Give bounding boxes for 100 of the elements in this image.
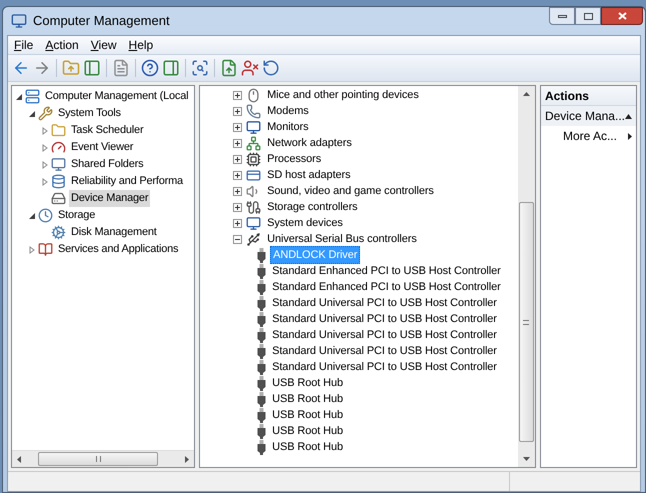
device-category[interactable]: Modems <box>265 102 311 120</box>
expand-arrow-icon[interactable] <box>41 178 49 186</box>
device-icon <box>51 157 66 172</box>
tree-item[interactable]: Shared Folders <box>69 156 146 173</box>
collapse-arrow-icon[interactable] <box>28 212 36 220</box>
expand-box-icon[interactable] <box>233 202 242 212</box>
collapse-arrow-icon[interactable] <box>28 110 36 118</box>
menu-item[interactable]: Action <box>39 36 85 54</box>
expand-arrow-icon[interactable] <box>28 246 36 254</box>
device-item[interactable]: Standard Enhanced PCI to USB Host Controller <box>270 262 503 280</box>
action-pane-icon[interactable] <box>162 59 180 77</box>
folder-icon <box>51 123 66 138</box>
mouse-icon <box>246 88 262 102</box>
horizontal-scrollbar[interactable] <box>12 450 194 467</box>
device-item[interactable]: Standard Universal PCI to USB Host Controller <box>270 342 499 360</box>
expand-box-icon[interactable] <box>233 122 242 132</box>
actions-section[interactable]: Device Mana... <box>540 106 636 126</box>
device-category[interactable]: Mice and other pointing devices <box>265 86 421 104</box>
tree-item[interactable]: Reliability and Performa <box>69 173 185 190</box>
expand-box-icon[interactable] <box>233 106 242 116</box>
tree-item[interactable]: Services and Applications <box>56 241 180 258</box>
close-icon <box>618 12 626 20</box>
menu-item[interactable]: View <box>84 36 123 54</box>
tree-item[interactable]: System Tools <box>56 105 123 122</box>
expand-box-icon[interactable] <box>233 170 242 180</box>
vertical-scrollbar[interactable] <box>518 86 535 467</box>
tree-item[interactable]: Task Scheduler <box>69 122 146 139</box>
log-book-icon <box>38 242 53 257</box>
device-item[interactable]: USB Root Hub <box>270 406 346 424</box>
help-icon[interactable] <box>141 59 159 77</box>
usb-plug-icon <box>257 344 266 358</box>
usb-plug-icon <box>257 264 266 278</box>
export-list-icon[interactable] <box>112 59 130 77</box>
actions-header: Actions <box>540 86 636 106</box>
storage-icon <box>51 174 66 189</box>
tree-item[interactable]: Disk Management <box>69 224 159 241</box>
device-category[interactable]: Sound, video and game controllers <box>265 182 436 200</box>
minimize-button[interactable] <box>549 7 575 25</box>
forward-icon[interactable] <box>33 59 51 77</box>
device-item[interactable]: Standard Enhanced PCI to USB Host Controller <box>270 278 503 296</box>
device-category[interactable]: Processors <box>265 150 324 168</box>
device-item[interactable]: USB Root Hub <box>270 390 346 408</box>
device-category[interactable]: Universal Serial Bus controllers <box>265 230 419 248</box>
services-icon <box>51 225 66 240</box>
card-icon <box>246 168 262 182</box>
device-category[interactable]: Monitors <box>265 118 310 136</box>
usb-plug-icon <box>257 424 266 438</box>
collapse-box-icon[interactable] <box>233 234 242 244</box>
modem-icon <box>246 104 262 118</box>
usb-plug-icon <box>257 280 266 294</box>
usb-plug-icon <box>257 312 266 326</box>
tree-item[interactable]: Storage <box>56 207 98 224</box>
uninstall-icon[interactable] <box>241 59 259 77</box>
device-item[interactable]: USB Root Hub <box>270 422 346 440</box>
collapse-arrow-icon <box>625 114 632 118</box>
collapse-arrow-icon[interactable] <box>15 92 23 100</box>
scan-icon[interactable] <box>191 59 209 77</box>
tree-item[interactable]: Computer Management (Local <box>43 88 190 105</box>
rollback-icon[interactable] <box>262 59 280 77</box>
device-item[interactable]: Standard Universal PCI to USB Host Controller <box>270 294 499 312</box>
device-category[interactable]: System devices <box>265 214 345 232</box>
scrollbar-thumb[interactable] <box>38 452 158 466</box>
more-actions-link[interactable]: More Ac... <box>540 126 636 146</box>
update-icon[interactable] <box>220 59 238 77</box>
expand-arrow-icon[interactable] <box>41 160 49 168</box>
device-item[interactable]: USB Root Hub <box>270 438 346 456</box>
expand-box-icon[interactable] <box>233 186 242 196</box>
close-button[interactable] <box>601 7 643 25</box>
usb-plug-icon <box>257 328 266 342</box>
device-category[interactable]: Network adapters <box>265 134 354 152</box>
maximize-button[interactable] <box>575 7 601 25</box>
back-icon[interactable] <box>12 59 30 77</box>
tree-item[interactable]: Event Viewer <box>69 139 136 156</box>
tree-item[interactable]: Device Manager <box>69 190 150 207</box>
connector-icon <box>246 200 262 214</box>
device-item[interactable]: Standard Universal PCI to USB Host Controller <box>270 310 499 328</box>
submenu-arrow-icon <box>628 132 632 140</box>
usb-plug-icon <box>257 296 266 310</box>
gauge-icon <box>51 140 66 155</box>
expand-arrow-icon[interactable] <box>41 126 49 134</box>
clock-icon <box>38 208 53 223</box>
device-category[interactable]: SD host adapters <box>265 166 353 184</box>
device-item[interactable]: Standard Universal PCI to USB Host Controller <box>270 358 499 376</box>
usb-plug-icon <box>257 440 266 454</box>
tree-pane-icon[interactable] <box>83 59 101 77</box>
expand-box-icon[interactable] <box>233 138 242 148</box>
menu-item[interactable]: Help <box>122 36 160 54</box>
expand-arrow-icon[interactable] <box>41 144 49 152</box>
menu-item[interactable]: File <box>8 36 40 54</box>
scrollbar-thumb[interactable] <box>518 202 534 442</box>
device-item[interactable]: Standard Universal PCI to USB Host Controller <box>270 326 499 344</box>
device-item[interactable]: USB Root Hub <box>270 374 346 392</box>
app-icon <box>11 13 27 29</box>
usb-plug-icon <box>257 360 266 374</box>
tools-icon <box>38 106 53 121</box>
expand-box-icon[interactable] <box>233 90 242 100</box>
device-category[interactable]: Storage controllers <box>265 198 360 216</box>
expand-box-icon[interactable] <box>233 218 242 228</box>
processor-icon <box>246 152 262 166</box>
expand-box-icon[interactable] <box>233 154 242 164</box>
